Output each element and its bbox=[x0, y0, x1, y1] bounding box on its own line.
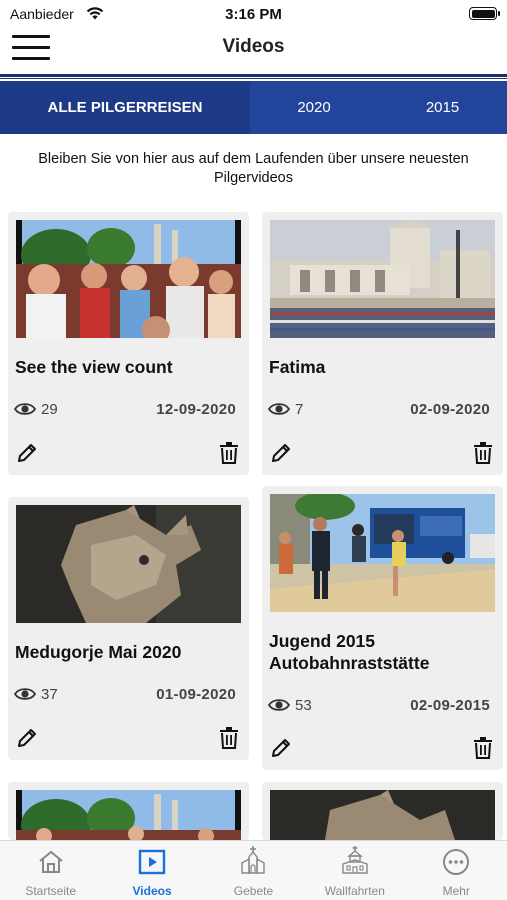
tab-wallfahrten[interactable]: Wallfahrten bbox=[304, 841, 405, 900]
page-title: Videos bbox=[222, 36, 285, 57]
view-count: 37 bbox=[41, 686, 58, 703]
sculpture-photo bbox=[270, 790, 495, 840]
eye-icon bbox=[268, 403, 290, 415]
chapel-icon bbox=[342, 846, 368, 874]
bus-photo bbox=[270, 494, 495, 612]
tab-mehr[interactable]: Mehr bbox=[406, 841, 507, 900]
view-count: 53 bbox=[295, 697, 312, 714]
trash-icon[interactable] bbox=[473, 442, 493, 464]
bottom-tab-bar: Startseite Videos Gebete Wallfahrten Meh… bbox=[0, 840, 507, 900]
battery-icon bbox=[469, 7, 500, 20]
edit-icon[interactable] bbox=[270, 737, 292, 759]
video-date: 01-09-2020 bbox=[156, 686, 236, 703]
tab-label: Wallfahrten bbox=[324, 884, 385, 898]
intro-text: Bleiben Sie von hier aus auf dem Laufend… bbox=[38, 151, 469, 186]
view-count: 29 bbox=[41, 401, 58, 418]
video-title: Fatima bbox=[269, 357, 326, 377]
video-card[interactable]: Medugorje Mai 2020 37 01-09-2020 bbox=[8, 497, 249, 760]
crowd-photo bbox=[16, 220, 241, 338]
video-card[interactable]: Fatima 7 02-09-2020 bbox=[262, 212, 503, 475]
video-card[interactable] bbox=[262, 782, 503, 840]
trash-icon[interactable] bbox=[473, 737, 493, 759]
more-icon bbox=[443, 849, 470, 875]
video-title: See the view count bbox=[15, 357, 173, 377]
header-divider bbox=[0, 74, 507, 77]
edit-icon[interactable] bbox=[16, 442, 38, 464]
crowd-photo bbox=[16, 790, 241, 840]
tab-label: Videos bbox=[132, 884, 172, 898]
tab-videos[interactable]: Videos bbox=[101, 841, 202, 900]
edit-icon[interactable] bbox=[270, 442, 292, 464]
trash-icon[interactable] bbox=[219, 727, 239, 749]
eye-icon bbox=[14, 403, 36, 415]
tab-startseite[interactable]: Startseite bbox=[0, 841, 101, 900]
tab-gebete[interactable]: Gebete bbox=[203, 841, 304, 900]
tab-label: Startseite bbox=[25, 884, 77, 898]
video-date: 02-09-2020 bbox=[410, 401, 490, 418]
tab-label: Mehr bbox=[442, 884, 470, 898]
basilica-photo bbox=[270, 220, 495, 338]
tab-label: Gebete bbox=[233, 884, 274, 898]
filter-tabs: ALLE PILGERREISEN 2020 2015 bbox=[0, 81, 507, 134]
tab-alle-pilgerreisen[interactable]: ALLE PILGERREISEN bbox=[0, 81, 250, 134]
video-title: Jugend 2015 Autobahnraststätte bbox=[269, 631, 430, 673]
video-card[interactable] bbox=[8, 782, 249, 840]
video-icon bbox=[138, 849, 166, 875]
tab-2020[interactable]: 2020 bbox=[250, 81, 378, 134]
video-card[interactable]: Jugend 2015 Autobahnraststätte 53 02-09-… bbox=[262, 486, 503, 770]
video-date: 02-09-2015 bbox=[410, 697, 490, 714]
tab-2015[interactable]: 2015 bbox=[378, 81, 507, 134]
video-title: Medugorje Mai 2020 bbox=[15, 642, 182, 662]
nav-bar: Videos bbox=[0, 28, 507, 72]
video-card[interactable]: See the view count 29 12-09-2020 bbox=[8, 212, 249, 475]
eye-icon bbox=[268, 699, 290, 711]
status-time: 3:16 PM bbox=[225, 6, 282, 23]
status-bar: Aanbieder 3:16 PM bbox=[0, 0, 507, 28]
view-count: 7 bbox=[295, 401, 304, 418]
home-icon bbox=[39, 851, 63, 873]
sculpture-photo bbox=[16, 505, 241, 623]
header-divider-thin bbox=[0, 78, 507, 79]
video-date: 12-09-2020 bbox=[156, 401, 236, 418]
eye-icon bbox=[14, 688, 36, 700]
trash-icon[interactable] bbox=[219, 442, 239, 464]
edit-icon[interactable] bbox=[16, 727, 38, 749]
church-icon bbox=[241, 846, 266, 874]
